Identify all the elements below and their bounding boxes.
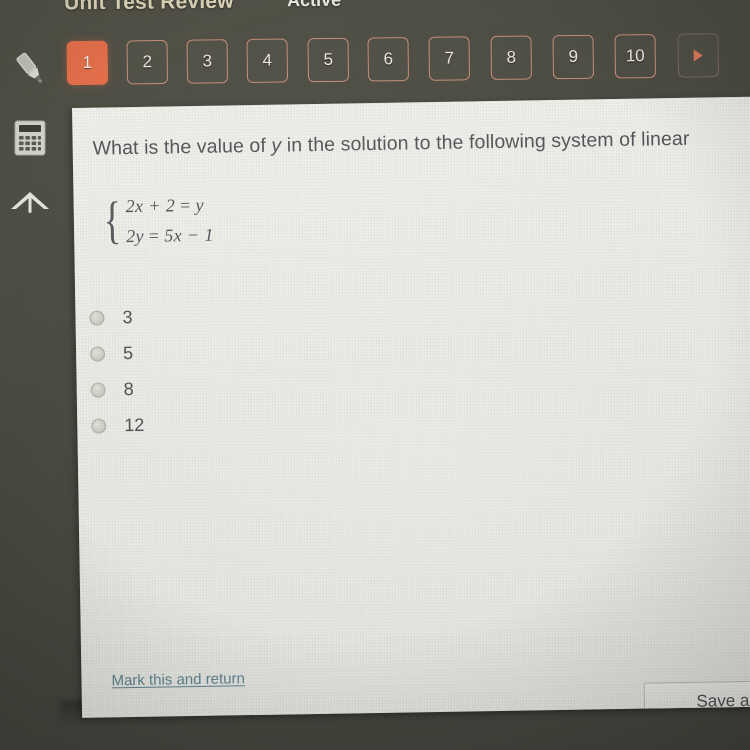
screen-pixel-texture	[72, 96, 750, 718]
save-button-label: Save and Exit	[696, 690, 750, 711]
sidebar-item-scroll-up[interactable]	[4, 176, 56, 228]
prompt-part-1: What is the value of	[92, 134, 272, 160]
highlighter-icon	[16, 52, 42, 83]
tab-label: 10	[625, 46, 645, 66]
tab-label: 1	[82, 52, 93, 72]
tab-label: 2	[142, 52, 153, 72]
tab-label: 7	[444, 48, 455, 68]
tool-sidebar	[0, 0, 60, 750]
left-brace-icon: {	[103, 192, 122, 250]
tab-question-9[interactable]: 9	[552, 34, 595, 80]
scroll-up-icon	[11, 192, 49, 213]
equation-lhs: 2y	[125, 225, 145, 246]
tab-label: 9	[568, 46, 579, 67]
prompt-variable: y	[271, 134, 282, 157]
tab-question-8[interactable]: 8	[490, 35, 533, 81]
answer-option-label: 5	[122, 342, 134, 363]
calculator-icon	[14, 120, 46, 156]
question-prompt: What is the value of y in the solution t…	[92, 128, 689, 161]
chevron-right-icon	[693, 49, 703, 62]
tab-label: 8	[506, 47, 517, 67]
answer-option-2[interactable]: 5	[89, 335, 144, 372]
tab-question-2[interactable]: 2	[126, 39, 169, 85]
content-area: What is the value of y in the solution t…	[0, 0, 750, 750]
equation-lhs: 2x + 2	[125, 194, 176, 216]
answer-option-1[interactable]: 3	[89, 299, 143, 336]
equation-relation: =	[179, 194, 191, 215]
answer-choices: 3 5 8 12	[89, 299, 144, 444]
equation-row: 2x + 2 = y	[125, 194, 213, 216]
tab-question-10[interactable]: 10	[614, 33, 657, 79]
answer-option-label: 8	[123, 378, 134, 399]
equation-rhs: 5x − 1	[164, 224, 214, 245]
save-and-exit-button[interactable]: Save and Exit	[643, 679, 750, 718]
equation-rhs: y	[195, 194, 205, 215]
prompt-part-2: in the solution to the following system …	[281, 127, 690, 157]
sidebar-item-calculator[interactable]	[4, 112, 56, 164]
answer-option-label: 12	[124, 414, 145, 435]
tab-label: 3	[202, 51, 213, 71]
tab-label: 6	[383, 49, 394, 69]
tab-question-7[interactable]: 7	[428, 36, 471, 81]
sidebar-item-highlighter[interactable]	[4, 42, 56, 94]
tab-question-3[interactable]: 3	[186, 39, 229, 84]
tab-question-5[interactable]: 5	[307, 37, 350, 83]
radio-button-icon[interactable]	[91, 417, 107, 434]
radio-button-icon[interactable]	[89, 309, 105, 326]
question-panel: What is the value of y in the solution t…	[72, 96, 750, 718]
next-question-button[interactable]	[677, 33, 719, 78]
tab-label: 4	[262, 50, 273, 70]
answer-option-3[interactable]: 8	[90, 371, 144, 408]
tab-question-1[interactable]: 1	[66, 40, 109, 86]
equation-system: { 2x + 2 = y 2y = 5x − 1	[99, 192, 214, 250]
photographed-screen: Unit Test Review Active 1 2 3 4 5 6 7 8 …	[0, 0, 750, 750]
mark-this-and-return-link[interactable]: Mark this and return	[111, 670, 245, 689]
equation-row: 2y = 5x − 1	[126, 224, 214, 246]
answer-option-label: 3	[122, 306, 133, 327]
question-nav: 1 2 3 4 5 6 7 8 9 10	[0, 0, 750, 110]
equation-relation: =	[148, 225, 160, 246]
radio-button-icon[interactable]	[89, 345, 106, 362]
tab-question-6[interactable]: 6	[367, 37, 410, 82]
radio-button-icon[interactable]	[90, 381, 106, 398]
answer-option-4[interactable]: 12	[91, 407, 145, 444]
tab-label: 5	[323, 49, 334, 70]
tab-question-4[interactable]: 4	[246, 38, 289, 83]
